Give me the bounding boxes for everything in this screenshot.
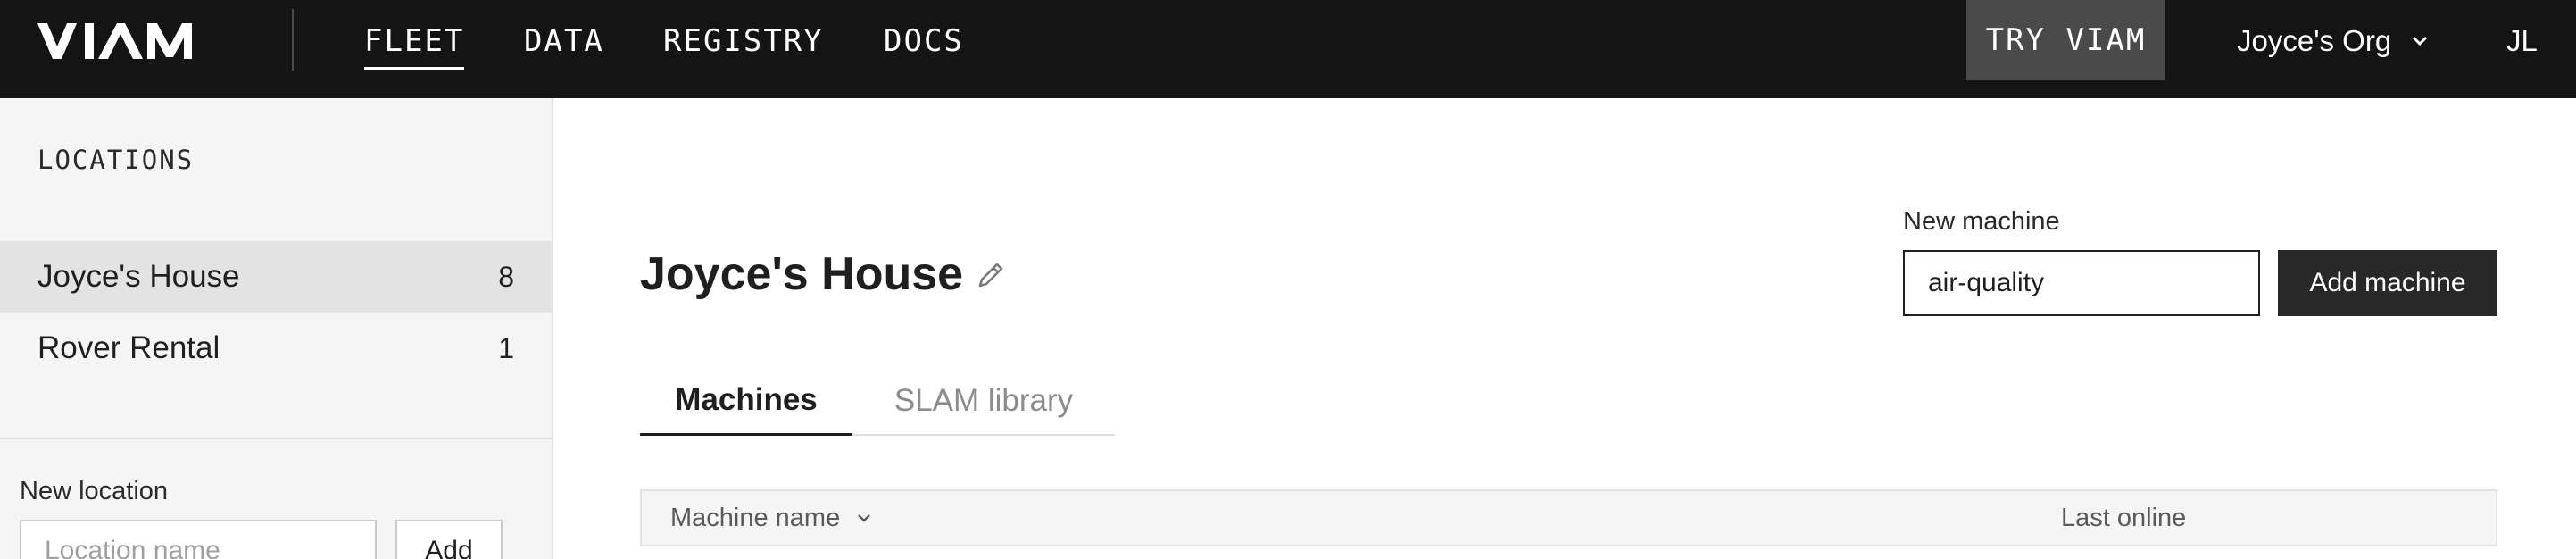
column-machine-name[interactable]: Machine name: [670, 491, 872, 545]
tab-slam-library[interactable]: SLAM library: [852, 366, 1115, 436]
location-item-joyces-house[interactable]: Joyce's House 8: [0, 241, 552, 313]
org-switcher[interactable]: Joyce's Org: [2237, 20, 2429, 63]
sidebar-divider: [0, 438, 552, 439]
location-name: Joyce's House: [37, 259, 240, 294]
nav-registry[interactable]: REGISTRY: [663, 21, 824, 61]
logo-divider: [292, 9, 294, 71]
nav-data[interactable]: DATA: [524, 21, 604, 61]
nav-docs[interactable]: DOCS: [884, 21, 964, 61]
page-title: Joyce's House: [640, 248, 964, 300]
pencil-icon[interactable]: [975, 259, 1007, 291]
locations-heading: LOCATIONS: [37, 145, 195, 175]
user-avatar[interactable]: JL: [2506, 20, 2538, 63]
nav-fleet[interactable]: FLEET: [364, 21, 465, 70]
chevron-down-icon: [858, 514, 871, 522]
machines-table-header: Machine name Last online: [640, 489, 2497, 546]
column-last-online: Last online: [2061, 503, 2187, 532]
viam-logo[interactable]: [37, 23, 221, 59]
new-machine-label: New machine: [1903, 207, 2060, 236]
location-machine-count: 8: [498, 260, 514, 293]
add-location-button[interactable]: Add: [395, 520, 503, 559]
chevron-down-icon: [2413, 36, 2428, 46]
new-machine-input[interactable]: [1903, 250, 2260, 316]
location-machine-count: 1: [498, 331, 514, 364]
location-item-rover-rental[interactable]: Rover Rental 1: [0, 313, 552, 384]
tab-bar: Machines SLAM library: [640, 366, 1115, 436]
locations-sidebar: LOCATIONS Joyce's House 8 Rover Rental 1…: [0, 98, 553, 559]
location-name: Rover Rental: [37, 330, 220, 365]
new-location-label: New location: [20, 477, 169, 505]
add-machine-button[interactable]: Add machine: [2278, 250, 2497, 316]
try-viam-button[interactable]: TRY VIAM: [1966, 0, 2165, 80]
column-label: Machine name: [670, 503, 841, 532]
org-name: Joyce's Org: [2237, 24, 2392, 57]
top-navbar: FLEET DATA REGISTRY DOCS TRY VIAM Joyce'…: [0, 0, 2576, 98]
location-name-input[interactable]: [20, 520, 377, 559]
tab-machines[interactable]: Machines: [640, 366, 852, 436]
